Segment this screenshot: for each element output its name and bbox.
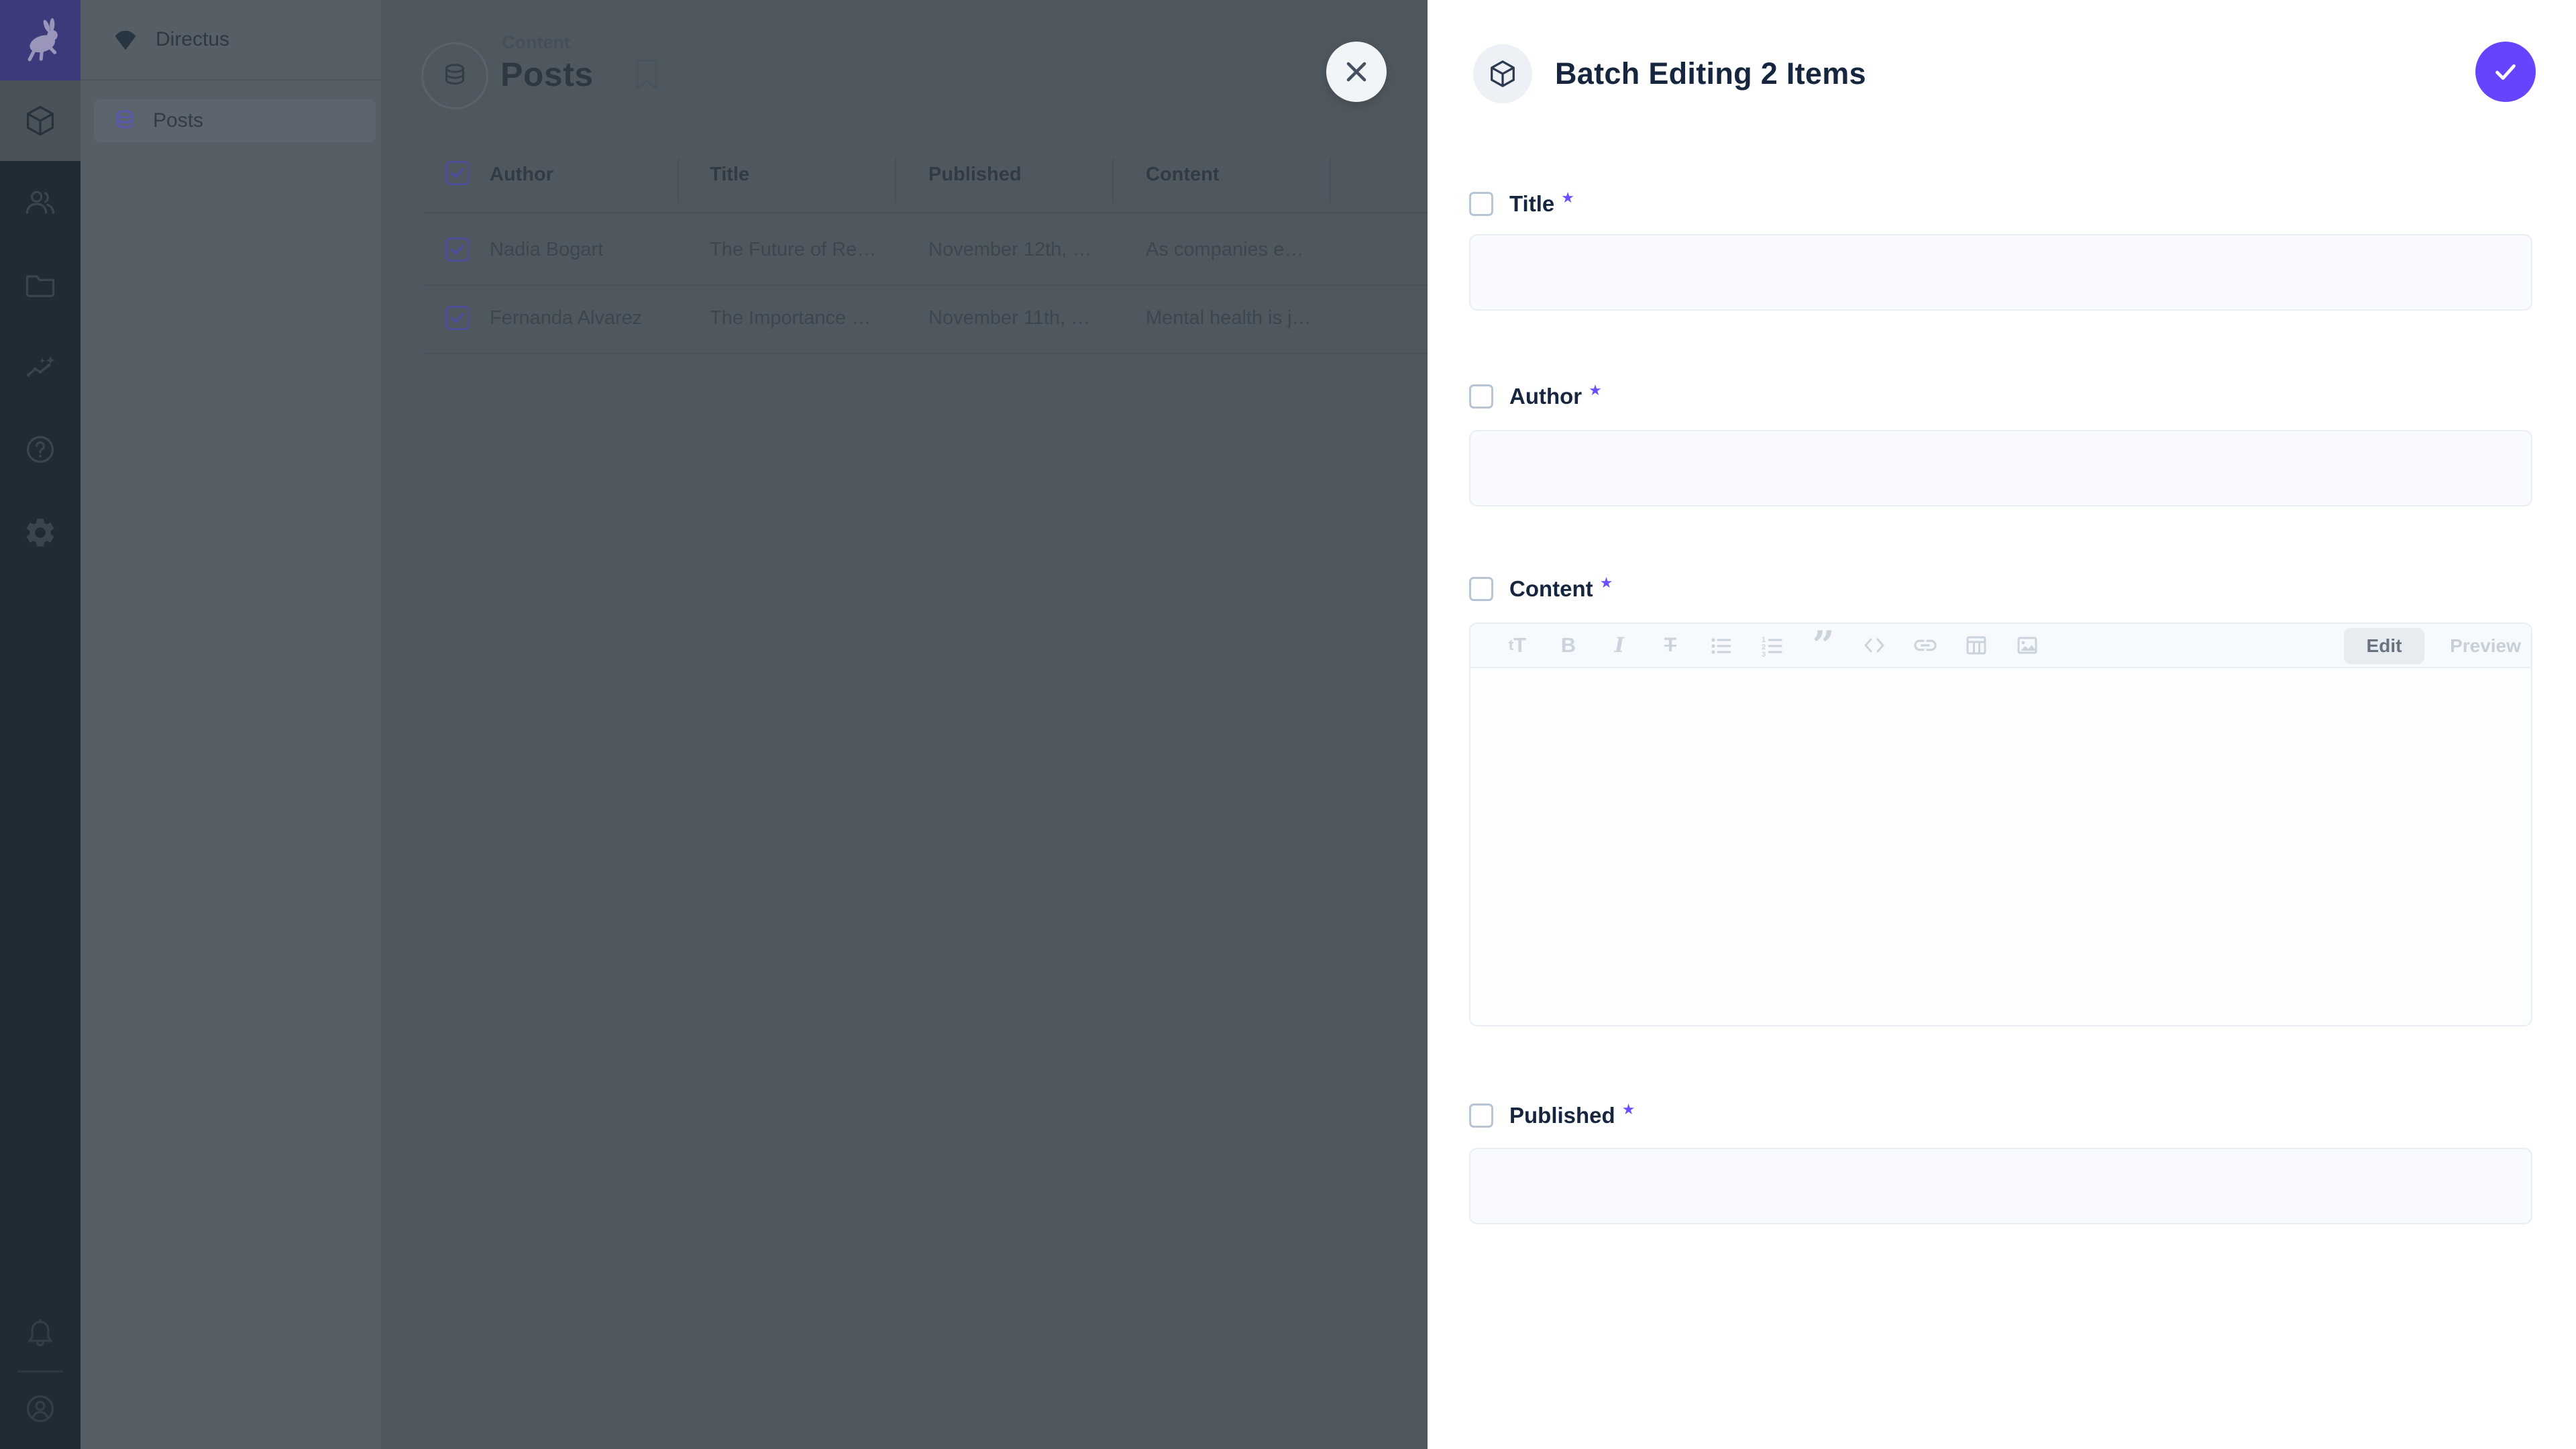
bulleted-list-icon[interactable] <box>1708 632 1735 659</box>
required-star-icon: ★ <box>1600 574 1613 592</box>
bold-icon[interactable]: B <box>1555 632 1582 659</box>
field-label: Title <box>1509 191 1554 217</box>
field-author-label-row: Author ★ <box>1469 383 1602 410</box>
svg-text:3: 3 <box>1762 651 1766 659</box>
field-content-checkbox[interactable] <box>1469 577 1493 601</box>
image-icon[interactable] <box>2014 632 2041 659</box>
tab-preview[interactable]: Preview <box>2442 628 2529 664</box>
drawer-overlay[interactable] <box>0 0 1428 1449</box>
strikethrough-icon[interactable]: T <box>1657 632 1684 659</box>
published-input[interactable] <box>1469 1148 2532 1224</box>
content-markdown-editor: tT B I T 123 ” <box>1469 623 2532 1026</box>
drawer-close-button[interactable] <box>1326 42 1387 102</box>
batch-edit-drawer: Batch Editing 2 Items Title ★ Author ★ C… <box>1428 0 2576 1449</box>
required-star-icon: ★ <box>1622 1101 1635 1118</box>
heading-icon[interactable]: tT <box>1504 632 1531 659</box>
field-label: Content <box>1509 576 1593 602</box>
field-author-checkbox[interactable] <box>1469 384 1493 409</box>
table-icon[interactable] <box>1963 632 1990 659</box>
check-icon <box>2490 56 2521 87</box>
code-icon[interactable] <box>1861 632 1888 659</box>
box-icon <box>1487 58 1518 89</box>
numbered-list-icon[interactable]: 123 <box>1759 632 1786 659</box>
link-icon[interactable] <box>1912 632 1939 659</box>
field-title-checkbox[interactable] <box>1469 192 1493 216</box>
save-button[interactable] <box>2475 42 2536 102</box>
field-title-label-row: Title ★ <box>1469 191 1574 217</box>
content-editor-body[interactable] <box>1470 668 2531 1026</box>
field-published-label-row: Published ★ <box>1469 1102 1635 1129</box>
field-label: Author <box>1509 384 1582 409</box>
drawer-header-icon-circle <box>1473 44 1532 103</box>
required-star-icon: ★ <box>1561 189 1574 207</box>
italic-icon[interactable]: I <box>1606 632 1633 659</box>
drawer-title: Batch Editing 2 Items <box>1555 56 1866 91</box>
close-icon <box>1343 58 1370 85</box>
field-content-label-row: Content ★ <box>1469 576 1613 602</box>
directus-app: Directus Posts Content Posts <box>0 0 2576 1449</box>
blockquote-icon[interactable]: ” <box>1810 632 1837 659</box>
tab-edit[interactable]: Edit <box>2344 628 2424 664</box>
editor-toolbar: tT B I T 123 ” <box>1470 624 2531 668</box>
required-star-icon: ★ <box>1589 382 1602 399</box>
field-label: Published <box>1509 1103 1615 1128</box>
author-input[interactable] <box>1469 430 2532 506</box>
field-published-checkbox[interactable] <box>1469 1104 1493 1128</box>
title-input[interactable] <box>1469 234 2532 311</box>
